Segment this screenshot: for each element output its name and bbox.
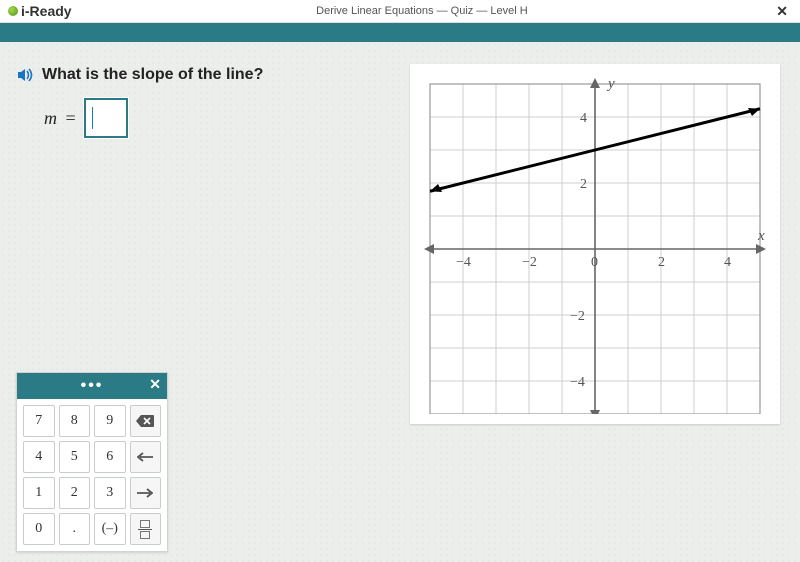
key-right-arrow[interactable] [130,477,162,509]
svg-text:−4: −4 [570,375,585,390]
key-9[interactable]: 9 [94,405,126,437]
svg-text:−2: −2 [570,309,585,324]
breadcrumb: Derive Linear Equations — Quiz — Level H [72,5,773,17]
arrow-right-icon [137,488,153,498]
key-8[interactable]: 8 [59,405,91,437]
keypad-close-icon[interactable]: ✕ [149,376,161,393]
key-3[interactable]: 3 [94,477,126,509]
fraction-icon [138,520,152,539]
close-icon[interactable]: ✕ [772,3,792,20]
keypad-drag-handle-icon: ••• [81,378,104,394]
key-left-arrow[interactable] [130,441,162,473]
speaker-icon[interactable] [16,66,34,84]
key-7[interactable]: 7 [23,405,55,437]
x-axis-label: x [757,228,765,244]
text-cursor [92,107,93,129]
content-area: What is the slope of the line? m = [0,42,800,562]
svg-text:0: 0 [591,255,598,270]
brand-text: i-Ready [21,3,72,19]
key-decimal[interactable]: . [59,513,91,545]
keypad: ••• ✕ 7 8 9 4 5 6 [16,372,168,552]
answer-input[interactable] [84,98,128,138]
key-negative[interactable]: (–) [94,513,126,545]
svg-text:4: 4 [724,255,731,270]
key-5[interactable]: 5 [59,441,91,473]
keypad-header[interactable]: ••• ✕ [17,373,167,399]
question-text: What is the slope of the line? [42,66,263,84]
key-2[interactable]: 2 [59,477,91,509]
svg-text:2: 2 [658,255,665,270]
key-backspace[interactable] [130,405,162,437]
keypad-grid: 7 8 9 4 5 6 1 2 3 [17,399,167,551]
app-root: i-Ready Derive Linear Equations — Quiz —… [0,0,800,562]
key-fraction[interactable] [130,513,162,545]
answer-label: m = [44,108,76,129]
key-1[interactable]: 1 [23,477,55,509]
svg-text:−4: −4 [456,255,471,270]
svg-text:−2: −2 [522,255,537,270]
key-0[interactable]: 0 [23,513,55,545]
brand-dot-icon [8,6,18,16]
brand-logo: i-Ready [8,3,72,19]
coordinate-plane: y x −4 −2 0 2 4 4 2 −2 −4 [420,74,770,414]
top-bar: i-Ready Derive Linear Equations — Quiz —… [0,0,800,23]
svg-text:2: 2 [580,177,587,192]
accent-strip [0,23,800,43]
arrow-left-icon [137,452,153,462]
backspace-icon [135,414,155,428]
key-6[interactable]: 6 [94,441,126,473]
graph-panel: y x −4 −2 0 2 4 4 2 −2 −4 [410,64,780,424]
y-axis-label: y [606,76,615,92]
svg-text:4: 4 [580,111,587,126]
key-4[interactable]: 4 [23,441,55,473]
